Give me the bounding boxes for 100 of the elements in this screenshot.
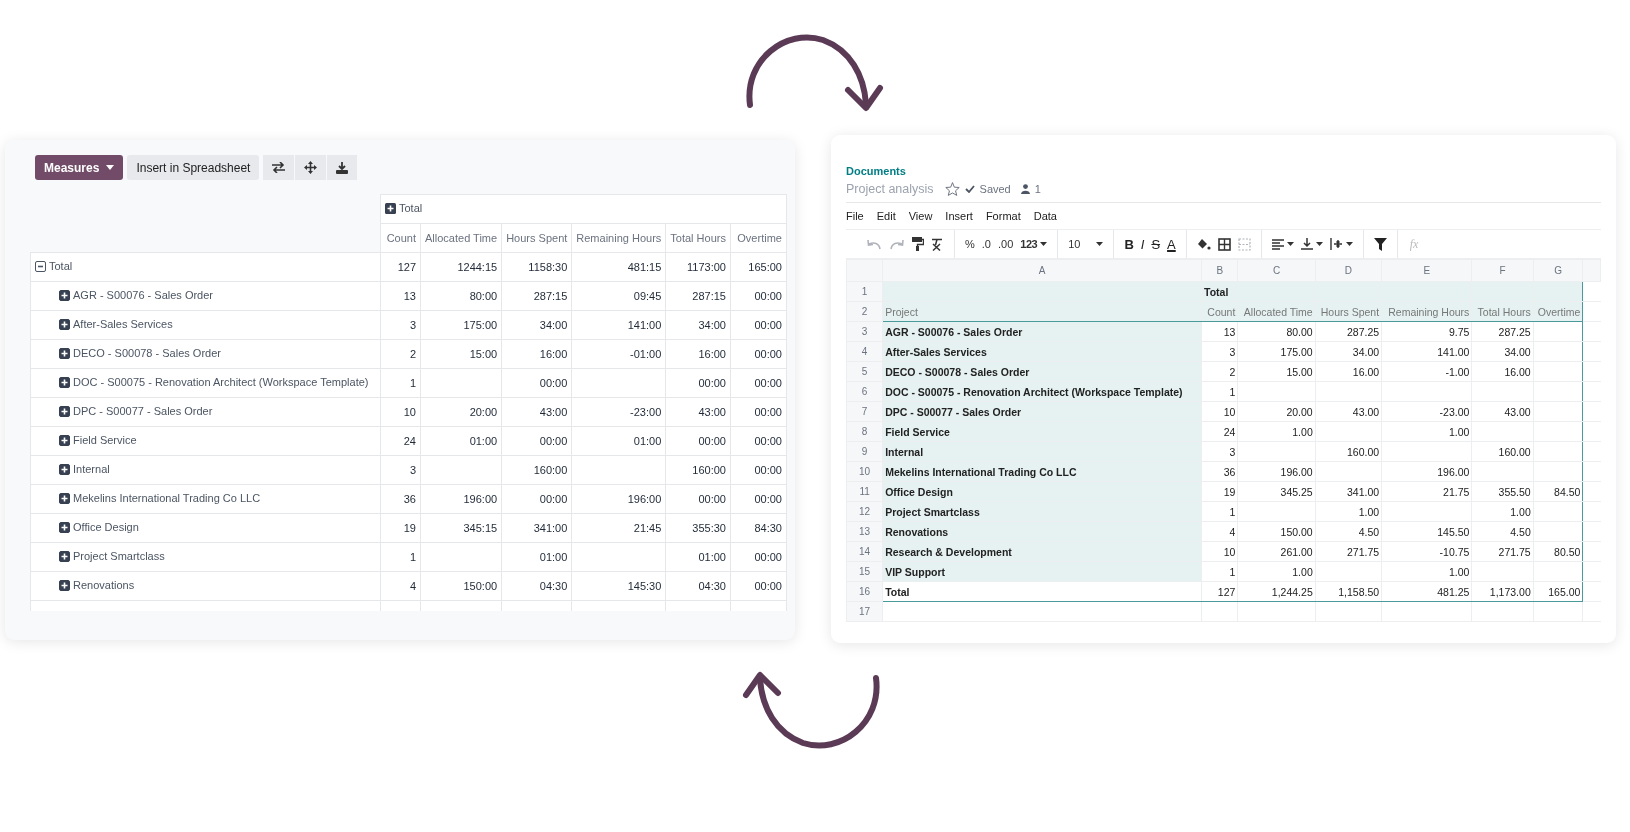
row-number[interactable]: 13	[846, 521, 883, 542]
row-number[interactable]: 5	[846, 361, 883, 382]
number-format-button[interactable]: .0	[981, 238, 991, 250]
paint-roller-icon[interactable]	[912, 237, 924, 251]
row-number[interactable]: 14	[846, 541, 883, 562]
cell-text: Count	[1207, 305, 1236, 318]
font-size-dropdown[interactable]: 10	[1068, 238, 1104, 250]
row-header[interactable]: Total	[49, 260, 73, 273]
column-header[interactable]: B	[1201, 259, 1238, 282]
number-format-button[interactable]: %	[965, 238, 975, 250]
row-number[interactable]: 12	[846, 501, 883, 522]
pivot-value: 00:00	[754, 377, 782, 389]
align-left-icon	[1271, 238, 1284, 250]
row-number[interactable]: 6	[846, 381, 883, 402]
cell-text: Project Smartclass	[885, 505, 980, 518]
expand-all-button[interactable]	[295, 155, 327, 180]
column-header[interactable]: D	[1315, 259, 1382, 282]
menu-item[interactable]: Edit	[876, 210, 896, 222]
row-header[interactable]: Internal	[73, 463, 110, 476]
row-header[interactable]: DECO - S00078 - Sales Order	[73, 347, 221, 360]
swap-arrows-icon	[272, 162, 286, 173]
cell-text: 341.00	[1347, 485, 1380, 498]
measure-header[interactable]: Overtime	[730, 223, 787, 253]
cell-text: 271.75	[1347, 545, 1380, 558]
check-icon	[964, 185, 975, 193]
row-number[interactable]: 8	[846, 421, 883, 442]
text-style-button[interactable]: B	[1124, 236, 1134, 252]
number-format-button[interactable]: .00	[997, 238, 1014, 250]
row-number[interactable]: 11	[846, 481, 883, 502]
borders-icon[interactable]	[1217, 237, 1231, 251]
row-number[interactable]: 3	[846, 321, 883, 342]
breadcrumb-link[interactable]: Documents	[846, 165, 906, 177]
cell-text: 34.00	[1352, 345, 1380, 358]
cell-text: 13	[1223, 325, 1236, 338]
fill-bucket-icon[interactable]	[1196, 237, 1211, 251]
column-header[interactable]: E	[1381, 259, 1472, 282]
cell-text: VIP Support	[885, 565, 946, 578]
download-button[interactable]	[327, 155, 358, 180]
row-header[interactable]: AGR - S00076 - Sales Order	[73, 289, 213, 302]
menu-item[interactable]: Format	[985, 210, 1021, 222]
wrap-dropdown[interactable]	[1329, 238, 1353, 250]
pivot-value: 1173:00	[687, 261, 726, 273]
pivot-value: 00:00	[539, 377, 568, 389]
cell-text: 355.50	[1498, 485, 1531, 498]
cell-text: Hours Spent	[1320, 305, 1380, 318]
text-style-button[interactable]: S	[1151, 236, 1161, 252]
row-header[interactable]: After-Sales Services	[73, 318, 173, 331]
clear-format-icon[interactable]	[931, 237, 944, 251]
menu-item[interactable]: Insert	[945, 210, 973, 222]
star-icon[interactable]	[944, 182, 960, 196]
row-number[interactable]: 4	[846, 341, 883, 362]
text-style-button[interactable]: I	[1140, 236, 1145, 252]
column-header[interactable]: A	[882, 259, 1202, 282]
document-title[interactable]: Project analysis	[846, 182, 934, 196]
pivot-value: 04:30	[698, 580, 726, 592]
row-header[interactable]: Renovations	[73, 579, 135, 592]
row-number[interactable]: 2	[846, 301, 883, 322]
row-header[interactable]: Field Service	[73, 434, 137, 447]
text-wrap-icon	[1329, 238, 1343, 250]
swap-axes-button[interactable]	[263, 155, 295, 180]
text-style-button[interactable]: A	[1167, 236, 1176, 252]
vertical-align-dropdown[interactable]	[1300, 238, 1323, 250]
measure-header[interactable]: Count	[380, 223, 421, 253]
measure-header[interactable]: Hours Spent	[501, 223, 572, 253]
filter-icon[interactable]	[1373, 237, 1387, 251]
format-dropdown[interactable]: 123	[1020, 238, 1048, 250]
row-number[interactable]: 1	[846, 281, 883, 302]
row-number[interactable]: 15	[846, 561, 883, 582]
row-number[interactable]: 9	[846, 441, 883, 462]
cell-text: 481.25	[1437, 585, 1470, 598]
menu-item[interactable]: File	[846, 210, 864, 222]
row-number[interactable]: 16	[846, 581, 883, 602]
column-header[interactable]: C	[1237, 259, 1316, 282]
row-number[interactable]: 17	[846, 601, 883, 622]
row-header[interactable]: DPC - S00077 - Sales Order	[73, 405, 213, 418]
cell-text: 127	[1217, 585, 1236, 598]
menu-item[interactable]: Data	[1033, 210, 1057, 222]
menu-item[interactable]: View	[908, 210, 933, 222]
row-number[interactable]: 7	[846, 401, 883, 422]
cell-text: 4.50	[1358, 525, 1380, 538]
cell-text: 80.50	[1554, 545, 1581, 558]
pivot-value: 00:00	[754, 551, 782, 563]
pivot-value: 4	[409, 580, 416, 592]
measure-header[interactable]: Total Hours	[665, 223, 731, 253]
column-header[interactable]: G	[1533, 259, 1583, 282]
column-header[interactable]: F	[1471, 259, 1534, 282]
pivot-value: 43:00	[539, 406, 568, 418]
cell-text: 16.00	[1352, 365, 1380, 378]
cell-text: 175.00	[1280, 345, 1313, 358]
insert-in-spreadsheet-button[interactable]: Insert in Spreadsheet	[127, 155, 260, 180]
row-number[interactable]: 10	[846, 461, 883, 482]
pivot-value: 160:00	[533, 464, 568, 476]
column-group-header[interactable]: Total	[399, 202, 423, 215]
measures-button[interactable]: Measures	[35, 155, 124, 180]
measure-header[interactable]: Remaining Hours	[571, 223, 666, 253]
row-header[interactable]: Office Design	[73, 521, 139, 534]
align-dropdown[interactable]	[1271, 238, 1294, 250]
measure-header[interactable]: Allocated Time	[420, 223, 502, 253]
row-header[interactable]: Project Smartclass	[73, 550, 165, 563]
cell-text: 345.25	[1280, 485, 1313, 498]
